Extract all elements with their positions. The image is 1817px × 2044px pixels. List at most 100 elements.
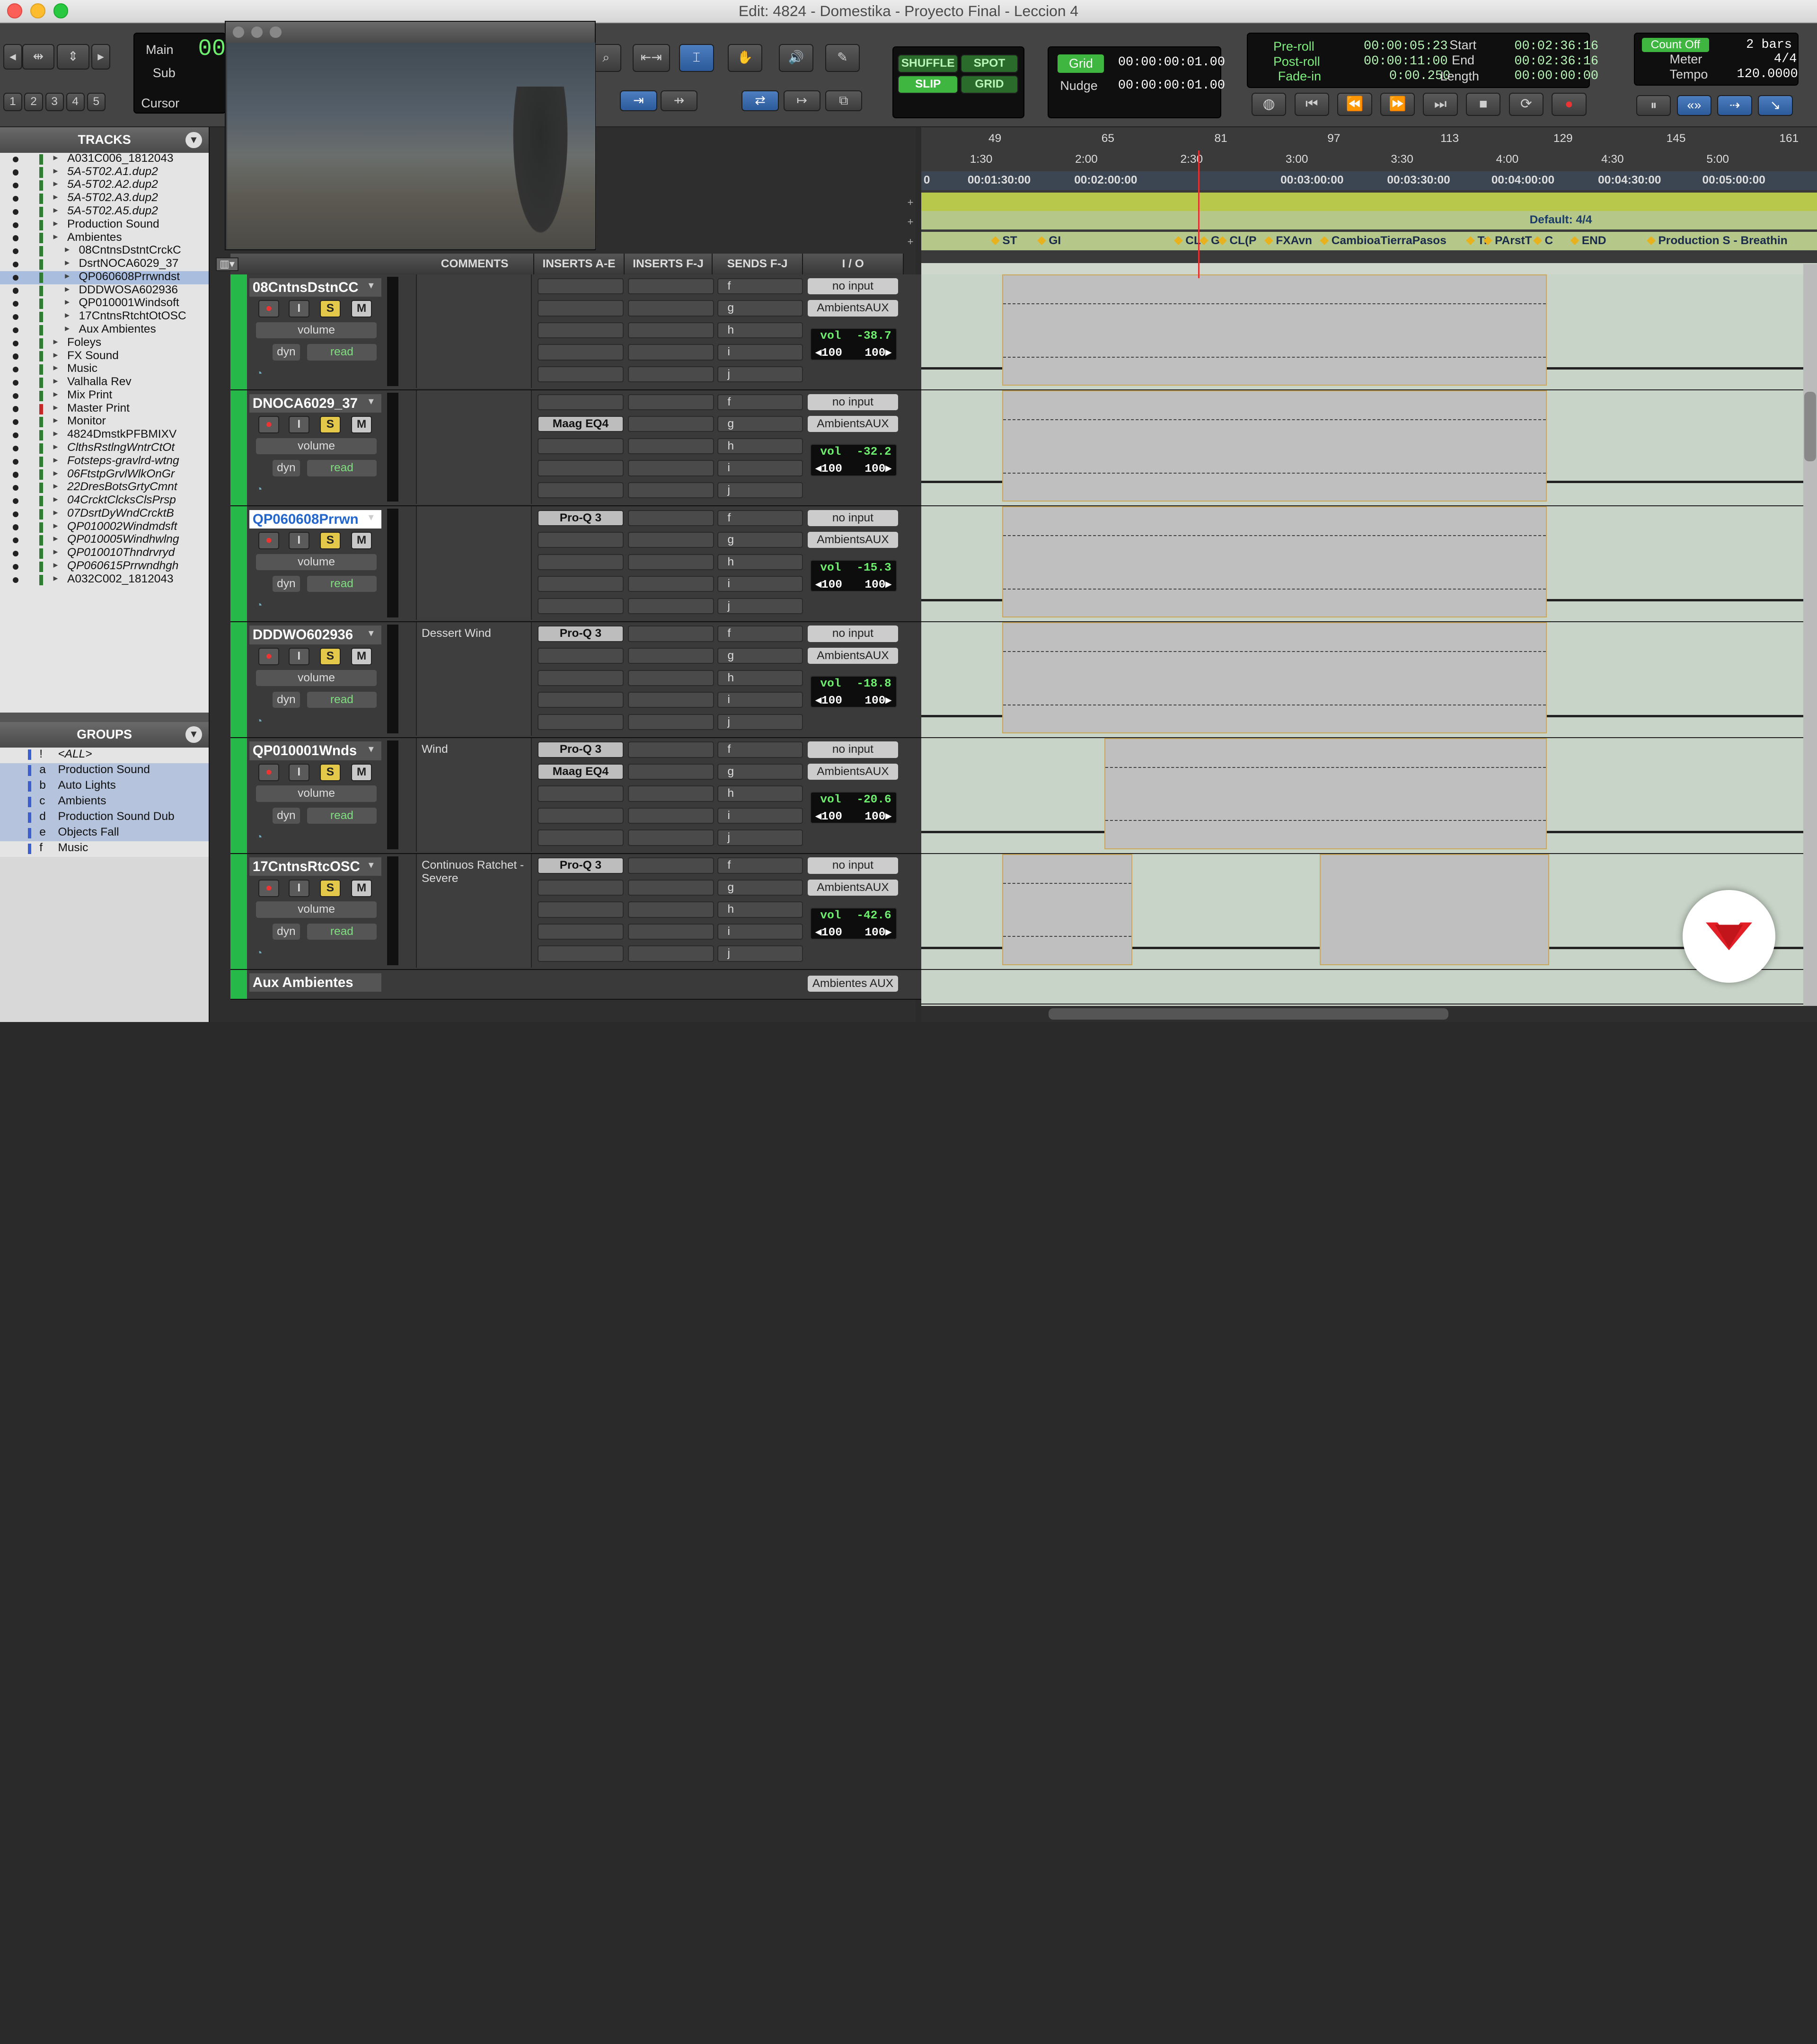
insert-slot-fj[interactable] [628, 626, 714, 642]
expand-arrow-icon[interactable]: ▸ [53, 480, 58, 492]
send-slot[interactable]: h [717, 670, 803, 686]
insert-slot-ae[interactable] [538, 438, 624, 454]
zoom-horizontal-button[interactable]: ⇹ [22, 44, 55, 70]
group-list-item[interactable]: e Objects Fall [0, 825, 209, 841]
track-visible-icon[interactable] [12, 485, 19, 491]
slip-mode-button[interactable]: SLIP [898, 75, 958, 94]
metronome-button[interactable]: ⇢ [1717, 95, 1752, 116]
automation-mode-selector[interactable]: read [307, 576, 377, 592]
mute-button[interactable]: M [351, 763, 372, 781]
insert-slot-ae[interactable]: Pro-Q 3 [538, 857, 624, 874]
insert-slot-fj[interactable] [628, 322, 714, 339]
marker-label[interactable]: GI [1049, 234, 1061, 247]
send-slot[interactable]: h [717, 554, 803, 570]
expand-arrow-icon[interactable]: ▸ [65, 270, 70, 282]
output-selector[interactable]: AmbientsAUX [807, 763, 898, 780]
zoom-in-button[interactable]: ▸ [91, 44, 110, 70]
volume-display[interactable]: vol -32.2 ◂100 100▸ [810, 443, 897, 476]
send-slot[interactable]: h [717, 785, 803, 802]
marker-label[interactable]: Production S - Breathin [1658, 234, 1787, 247]
record-enable-button[interactable]: ● [258, 532, 280, 549]
track-visible-icon[interactable] [12, 183, 19, 189]
track-visible-icon[interactable] [12, 195, 19, 202]
volume-display[interactable]: vol -20.6 ◂100 100▸ [810, 791, 897, 824]
comments-field[interactable] [416, 390, 532, 504]
groups-panel-header[interactable]: GROUPS ▾ [0, 722, 209, 748]
insert-slot-fj[interactable] [628, 344, 714, 361]
zoom-vertical-button[interactable]: ⇕ [57, 44, 89, 70]
input-selector[interactable]: no input [807, 741, 898, 758]
insert-slot-fj[interactable] [628, 647, 714, 664]
automation-mode-selector[interactable]: read [307, 344, 377, 361]
send-slot[interactable]: i [717, 344, 803, 361]
comments-field[interactable] [416, 274, 532, 388]
track-list-item[interactable]: ▸ 4824DmstkPFBMIXV [0, 428, 209, 442]
expand-arrow-icon[interactable]: ▸ [53, 402, 58, 413]
track-visible-icon[interactable] [12, 235, 19, 241]
marker-icon[interactable]: ◆ [1264, 233, 1273, 247]
track-visible-icon[interactable] [12, 248, 19, 255]
ruler-row-markers[interactable]: ST ◆ GI ◆ CL ◆ G ◆ CL(P ◆ FXAvn ◆ CambioaTierraPasos… [921, 231, 1817, 250]
track-list-item[interactable]: ▸ Foleys [0, 336, 209, 350]
timebase-icon[interactable]: ◔ [256, 947, 262, 959]
pan-left-value[interactable]: ◂100 [816, 809, 842, 823]
timebase-icon[interactable]: ◔ [256, 367, 262, 379]
playhead-line[interactable] [1198, 150, 1200, 278]
track-list-item[interactable]: ▸ 22DresBotsGrtyCmnt [0, 480, 209, 495]
rtz-button[interactable]: ⏮ [1294, 92, 1329, 116]
track-name[interactable]: 08CntnsDstnCC [249, 278, 381, 297]
expand-arrow-icon[interactable]: ▸ [53, 520, 58, 531]
comments-field[interactable]: Continuos Ratchet - Severe [416, 854, 532, 968]
pan-right-value[interactable]: 100▸ [864, 345, 891, 360]
insert-slot-ae[interactable]: Maag EQ4 [538, 416, 624, 432]
expand-arrow-icon[interactable]: ▸ [53, 165, 58, 176]
expand-arrow-icon[interactable]: ▸ [53, 388, 58, 400]
track-visible-icon[interactable] [12, 301, 19, 307]
marker-icon[interactable]: ◆ [1200, 233, 1208, 247]
countoff-label[interactable]: Count Off [1641, 38, 1709, 52]
track-visible-icon[interactable] [12, 472, 19, 478]
track-list-item[interactable]: ▸ 06FtstpGrvlWlkOnGr [0, 467, 209, 482]
insert-slot-fj[interactable] [628, 879, 714, 896]
nudge-value[interactable]: 00:00:00:01.00 [1118, 79, 1225, 93]
track-list-item[interactable]: ▸ QP010002Windmdsft [0, 520, 209, 534]
expand-arrow-icon[interactable]: ▸ [53, 493, 58, 505]
record-enable-button[interactable]: ● [258, 647, 280, 665]
track-visible-icon[interactable] [12, 327, 19, 333]
expand-arrow-icon[interactable]: ▸ [53, 231, 58, 242]
end-value[interactable]: 00:02:36:16 [1514, 54, 1598, 69]
rewind-button[interactable]: ⏪ [1337, 92, 1372, 116]
mute-button[interactable]: M [351, 532, 372, 549]
track-list-item[interactable]: ▸ 04CrcktClcksClsPrsp [0, 493, 209, 508]
insert-slot-ae[interactable] [538, 344, 624, 361]
track-lane[interactable] [921, 506, 1817, 623]
pan-right-value[interactable]: 100▸ [864, 577, 891, 591]
expand-arrow-icon[interactable]: ▸ [53, 178, 58, 189]
record-button[interactable]: ● [1552, 92, 1587, 116]
insert-slot-ae[interactable] [538, 300, 624, 317]
track-visible-icon[interactable] [12, 445, 19, 452]
insert-slot-ae[interactable]: Pro-Q 3 [538, 741, 624, 758]
track-visible-icon[interactable] [12, 209, 19, 215]
track-list-item[interactable]: ▸ 5A-5T02.A3.dup2 [0, 191, 209, 206]
marker-icon[interactable]: ◆ [1037, 233, 1046, 247]
marker-label[interactable]: FXAvn [1276, 234, 1312, 247]
expand-arrow-icon[interactable]: ▸ [53, 546, 58, 557]
solo-button[interactable]: S [319, 300, 341, 318]
ffwd-button[interactable]: ⏩ [1380, 92, 1415, 116]
pan-left-value[interactable]: ◂100 [816, 345, 842, 360]
zoom-preset-4[interactable]: 4 [66, 92, 85, 112]
track-visible-icon[interactable] [12, 498, 19, 504]
meter-value[interactable]: 4/4 [1774, 52, 1797, 66]
send-slot[interactable]: f [717, 394, 803, 410]
insert-slot-fj[interactable] [628, 714, 714, 730]
input-selector[interactable]: no input [807, 626, 898, 642]
track-visible-icon[interactable] [12, 524, 19, 530]
track-visible-icon[interactable] [12, 551, 19, 557]
track-name-menu-icon[interactable]: ▾ [369, 511, 374, 523]
expand-arrow-icon[interactable]: ▸ [53, 349, 58, 361]
insert-slot-fj[interactable] [628, 857, 714, 874]
track-name[interactable]: DDDWO602936 [249, 626, 381, 644]
wait-for-note-button[interactable]: «» [1676, 95, 1712, 116]
tracks-panel-header[interactable]: TRACKS ▾ [0, 127, 209, 153]
